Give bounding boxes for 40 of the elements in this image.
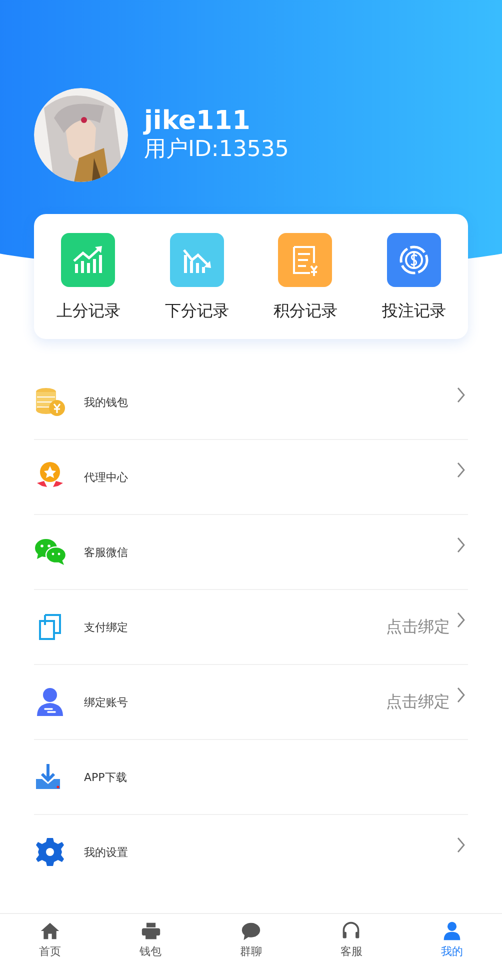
menu-item[interactable]: 我的设置 (34, 815, 468, 889)
tab[interactable]: 我的 (402, 914, 502, 966)
menu-label: 支付绑定 (84, 620, 129, 634)
record-label[interactable]: 上分记录 (56, 301, 120, 322)
coins-icon (34, 386, 66, 418)
record-label[interactable]: 积分记录 (273, 301, 338, 322)
bind-link[interactable]: 点击绑定 (386, 616, 450, 638)
record-label[interactable]: 下分记录 (164, 301, 229, 322)
receipt-icon[interactable] (278, 233, 332, 287)
menu-item[interactable]: 代理中心 (34, 440, 468, 515)
menu-label: 客服微信 (84, 544, 129, 560)
username: jike111 (144, 106, 252, 136)
home-icon (40, 921, 60, 941)
bind-link[interactable]: 点击绑定 (386, 692, 450, 712)
chart-up-icon[interactable] (61, 233, 116, 287)
settings-icon (34, 836, 66, 868)
tab[interactable]: 客服 (301, 914, 402, 966)
menu-label: 我的设置 (84, 844, 129, 860)
printer-icon (140, 921, 161, 941)
menu-item[interactable]: APP下载 (34, 740, 468, 815)
tab[interactable]: 钱包 (100, 914, 201, 966)
coin-icon[interactable] (386, 233, 441, 287)
user-link-icon (34, 686, 66, 718)
headset-icon (341, 921, 362, 941)
chart-down-icon[interactable] (170, 233, 224, 287)
record-label[interactable]: 投注记录 (382, 301, 446, 322)
menu-item[interactable]: 客服微信 (34, 515, 468, 590)
user-id: 用户ID:13535 (144, 136, 289, 164)
menu-label: 绑定账号 (84, 694, 129, 710)
chat-icon (34, 536, 66, 568)
tab[interactable]: 首页 (0, 914, 100, 966)
tab[interactable]: 群聊 (200, 914, 302, 966)
chat-bubble-icon (241, 921, 262, 941)
user-icon (442, 921, 462, 941)
menu-label: 代理中心 (84, 470, 129, 484)
menu-item[interactable]: 绑定账号 点击绑定 (34, 665, 468, 740)
menu-label: 我的钱包 (84, 394, 129, 410)
menu-item[interactable]: 我的钱包 (34, 365, 468, 440)
menu-label: APP下载 (84, 770, 128, 784)
menu-item[interactable]: 支付绑定 点击绑定 (34, 590, 468, 665)
